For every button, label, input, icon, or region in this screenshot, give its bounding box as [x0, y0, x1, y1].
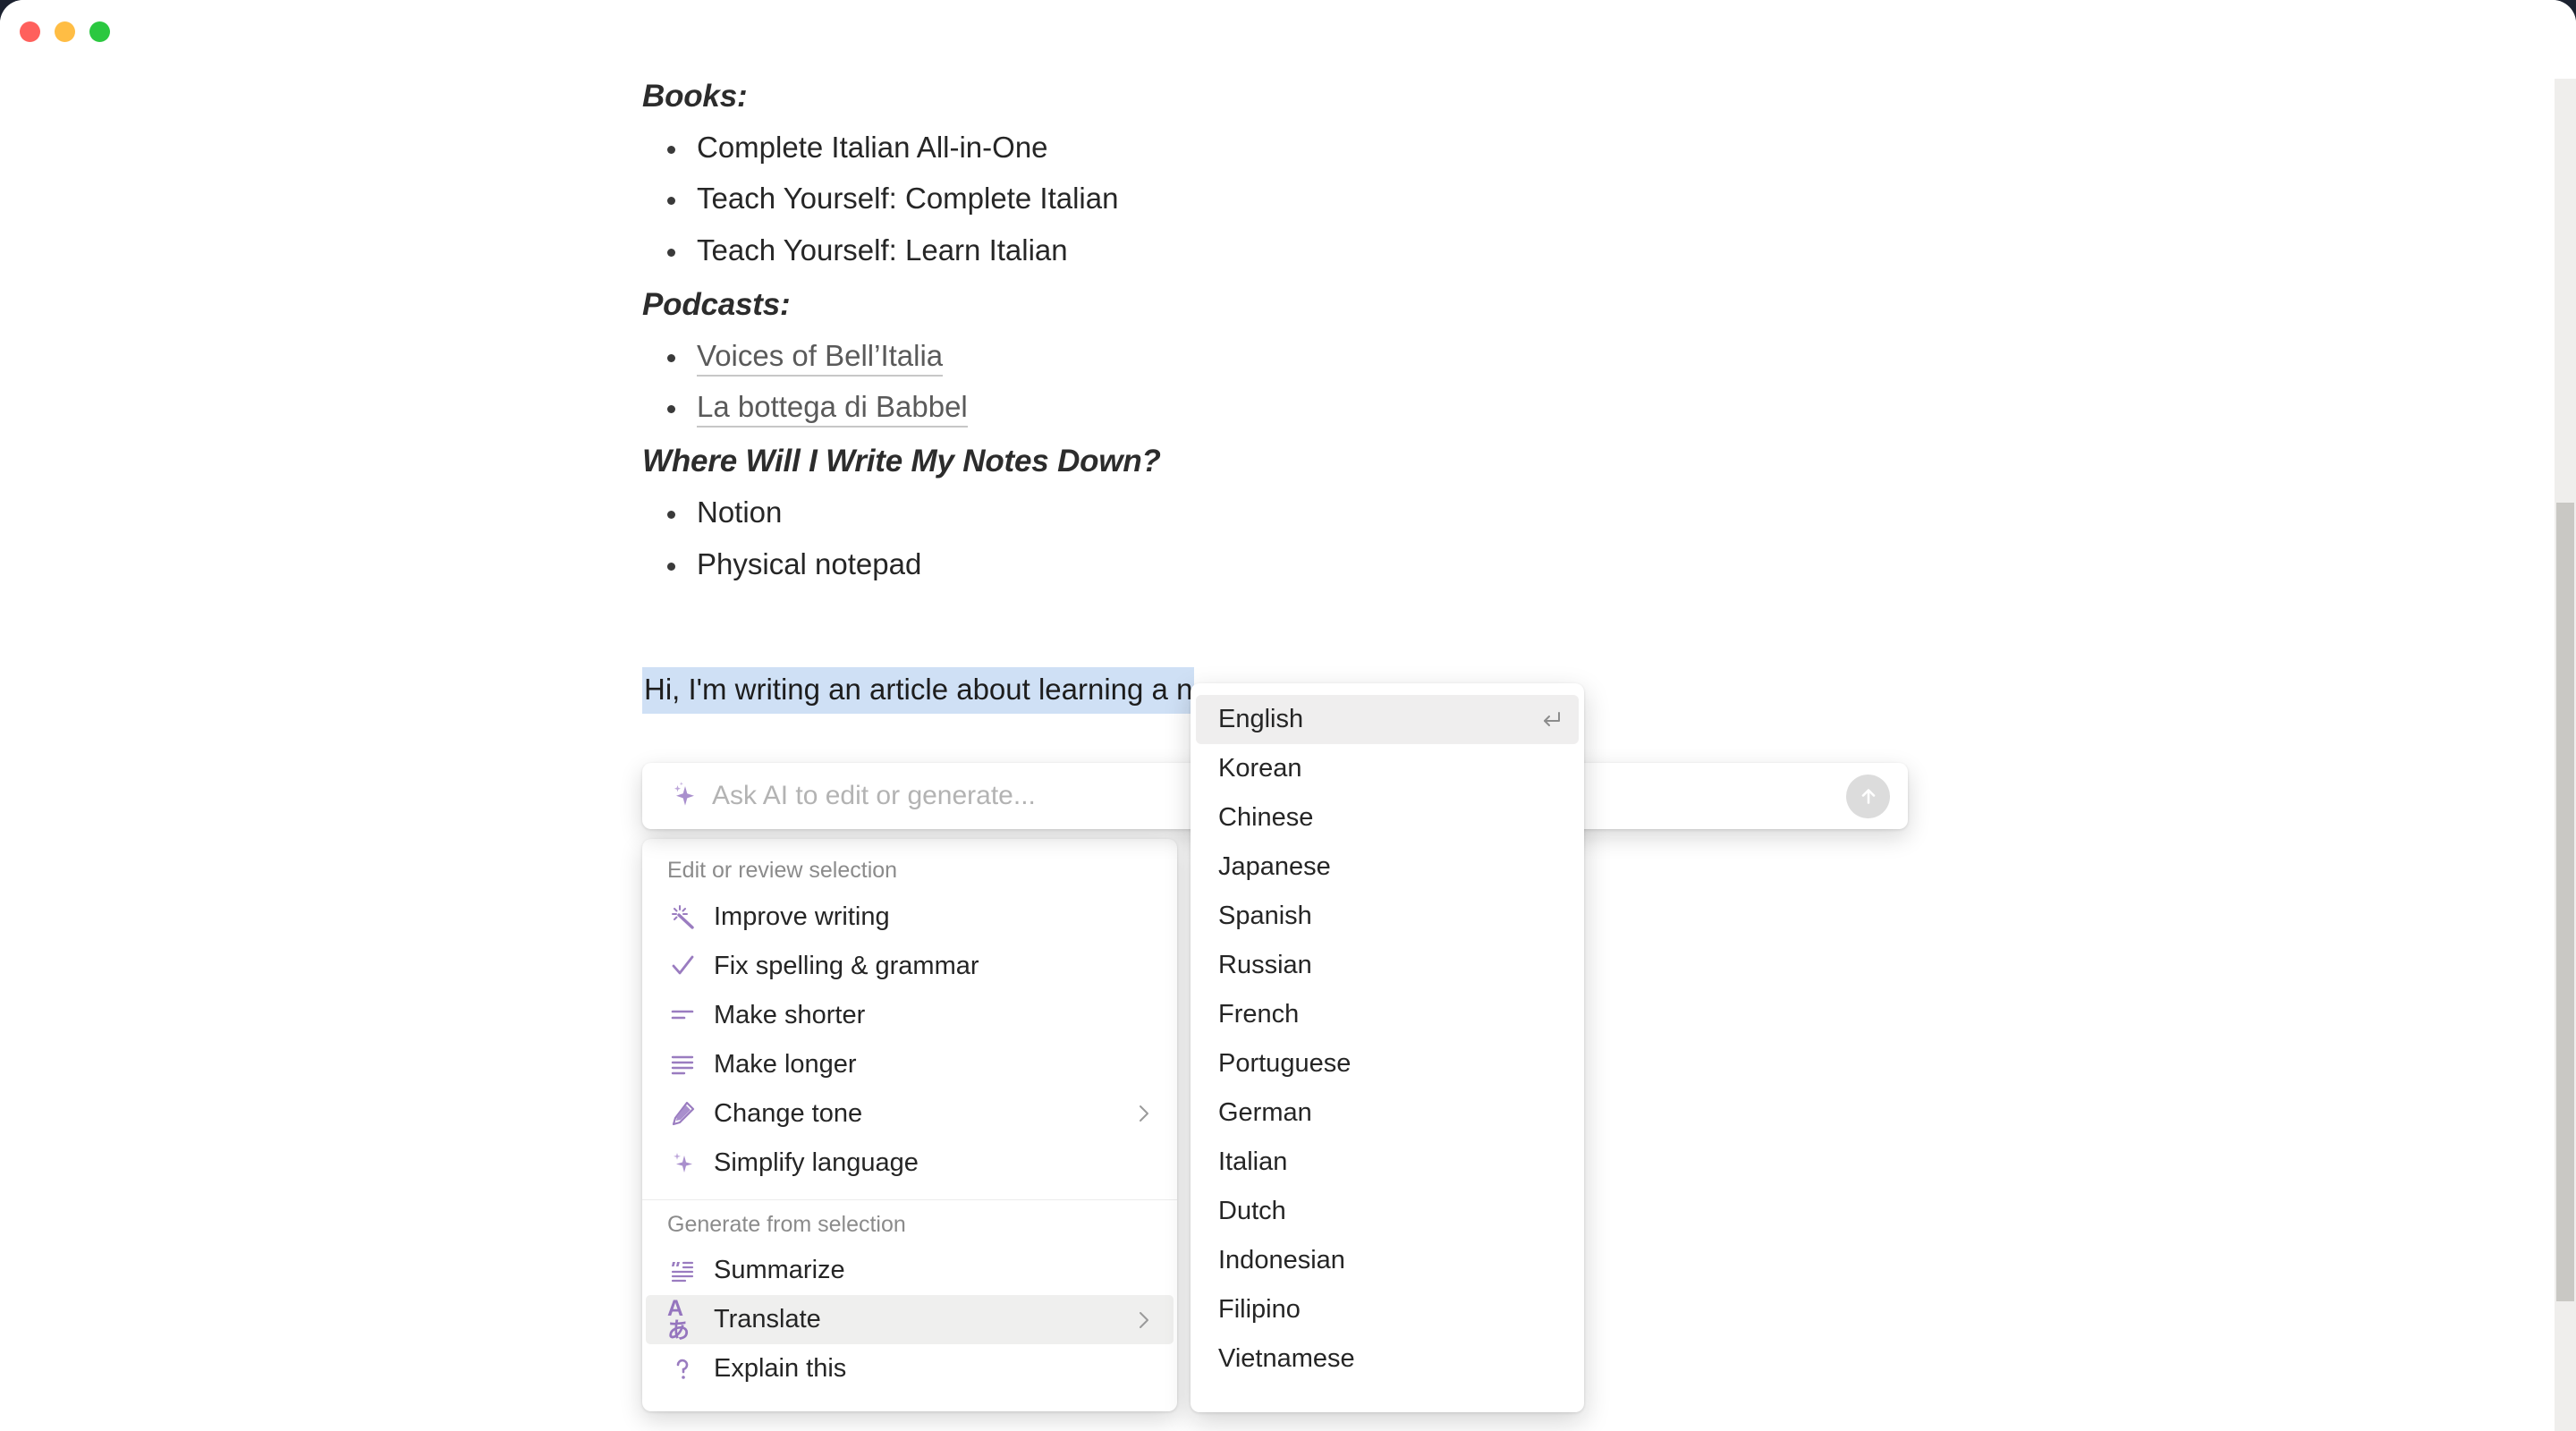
- language-label: Spanish: [1218, 902, 1312, 930]
- language-label: Italian: [1218, 1147, 1288, 1176]
- chevron-right-icon: [1134, 1310, 1154, 1330]
- language-option-japanese[interactable]: Japanese: [1196, 843, 1579, 892]
- selected-paragraph[interactable]: Hi, I'm writing an article about learnin…: [642, 667, 1195, 715]
- list-item: Voices of Bell’Italia: [642, 338, 2576, 377]
- language-label: English: [1218, 705, 1304, 733]
- menu-item-make-longer[interactable]: Make longer: [646, 1040, 1174, 1089]
- language-label: Indonesian: [1218, 1246, 1345, 1274]
- language-option-chinese[interactable]: Chinese: [1196, 793, 1579, 843]
- list-podcasts: Voices of Bell’Italia La bottega di Babb…: [642, 338, 2576, 428]
- language-option-indonesian[interactable]: Indonesian: [1196, 1236, 1579, 1285]
- language-label: Portuguese: [1218, 1049, 1352, 1078]
- language-option-russian[interactable]: Russian: [1196, 941, 1579, 990]
- language-option-french[interactable]: French: [1196, 990, 1579, 1039]
- translate-language-submenu: English Korean Chinese Japanese Spanish …: [1191, 683, 1584, 1412]
- menu-item-label: Make longer: [714, 1049, 857, 1079]
- menu-divider: [642, 1198, 1177, 1200]
- list-item: Notion: [642, 496, 2576, 529]
- menu-item-translate[interactable]: Aあ Translate: [646, 1295, 1174, 1344]
- language-option-filipino[interactable]: Filipino: [1196, 1285, 1579, 1334]
- menu-item-improve-writing[interactable]: Improve writing: [646, 893, 1174, 942]
- make-shorter-icon: [667, 1000, 698, 1030]
- list-item: Teach Yourself: Learn Italian: [642, 233, 2576, 266]
- maximize-window-button[interactable]: [89, 21, 110, 42]
- question-mark-icon: [667, 1354, 698, 1384]
- heading-books: Books:: [642, 79, 748, 114]
- ai-submit-button[interactable]: [1846, 774, 1890, 818]
- translate-glyph: Aあ: [667, 1295, 690, 1343]
- menu-item-label: Explain this: [714, 1354, 847, 1383]
- menu-item-make-shorter[interactable]: Make shorter: [646, 991, 1174, 1040]
- menu-item-label: Make shorter: [714, 1000, 866, 1029]
- arrow-up-icon: [1861, 789, 1875, 804]
- menu-item-label: Summarize: [714, 1256, 845, 1284]
- language-label: Japanese: [1218, 852, 1331, 881]
- magic-wand-icon: [667, 902, 698, 932]
- translate-icon: Aあ: [667, 1297, 698, 1342]
- menu-item-label: Fix spelling & grammar: [714, 951, 979, 980]
- list-item: Teach Yourself: Complete Italian: [642, 182, 2576, 215]
- menu-item-explain-this[interactable]: Explain this: [646, 1344, 1174, 1393]
- pen-icon: [667, 1098, 698, 1129]
- traffic-light-group: [20, 21, 110, 42]
- language-label: Dutch: [1218, 1197, 1286, 1225]
- language-option-korean[interactable]: Korean: [1196, 744, 1579, 793]
- language-label: German: [1218, 1098, 1312, 1127]
- vertical-scrollbar-thumb[interactable]: [2556, 503, 2574, 1301]
- language-label: Russian: [1218, 951, 1312, 979]
- close-window-button[interactable]: [20, 21, 40, 42]
- language-label: French: [1218, 1000, 1300, 1029]
- list-item: Complete Italian All-in-One: [642, 131, 2576, 163]
- menu-item-summarize[interactable]: Summarize: [646, 1246, 1174, 1295]
- heading-notes: Where Will I Write My Notes Down?: [642, 444, 1161, 479]
- menu-item-label: Translate: [714, 1305, 821, 1334]
- menu-section-label-edit: Edit or review selection: [667, 858, 898, 883]
- language-option-english[interactable]: English: [1196, 695, 1579, 744]
- menu-item-label: Improve writing: [714, 902, 890, 931]
- menu-item-change-tone[interactable]: Change tone: [646, 1089, 1174, 1139]
- ai-actions-menu: Edit or review selection Improve writing: [642, 839, 1177, 1411]
- language-option-portuguese[interactable]: Portuguese: [1196, 1039, 1579, 1088]
- menu-item-fix-spelling-grammar[interactable]: Fix spelling & grammar: [646, 942, 1174, 991]
- minimize-window-button[interactable]: [55, 21, 75, 42]
- list-item: Physical notepad: [642, 547, 2576, 580]
- make-longer-icon: [667, 1049, 698, 1080]
- menu-item-label: Change tone: [714, 1098, 863, 1128]
- language-option-italian[interactable]: Italian: [1196, 1138, 1579, 1187]
- sparkle-icon: [667, 1147, 698, 1178]
- language-option-spanish[interactable]: Spanish: [1196, 892, 1579, 941]
- check-icon: [667, 951, 698, 981]
- chevron-right-icon: [1134, 1104, 1154, 1123]
- app-window: Books: Complete Italian All-in-One Teach…: [0, 0, 2576, 1431]
- podcast-link[interactable]: La bottega di Babbel: [697, 390, 968, 428]
- enter-icon: [1539, 708, 1563, 732]
- podcast-link[interactable]: Voices of Bell’Italia: [697, 338, 944, 377]
- language-option-german[interactable]: German: [1196, 1088, 1579, 1138]
- language-option-dutch[interactable]: Dutch: [1196, 1187, 1579, 1236]
- language-label: Korean: [1218, 754, 1302, 783]
- window-titlebar: [0, 0, 2576, 70]
- language-label: Vietnamese: [1218, 1344, 1355, 1373]
- language-option-vietnamese[interactable]: Vietnamese: [1196, 1334, 1579, 1384]
- quote-lines-icon: [667, 1256, 698, 1286]
- list-item: La bottega di Babbel: [642, 390, 2576, 428]
- language-label: Chinese: [1218, 803, 1314, 832]
- list-notes: Notion Physical notepad: [642, 496, 2576, 580]
- menu-item-simplify-language[interactable]: Simplify language: [646, 1139, 1174, 1188]
- language-label: Filipino: [1218, 1295, 1301, 1324]
- sparkle-icon: [674, 782, 694, 806]
- list-books: Complete Italian All-in-One Teach Yourse…: [642, 131, 2576, 266]
- menu-item-label: Simplify language: [714, 1147, 919, 1177]
- heading-podcasts: Podcasts:: [642, 286, 791, 322]
- menu-section-label-generate: Generate from selection: [667, 1211, 906, 1237]
